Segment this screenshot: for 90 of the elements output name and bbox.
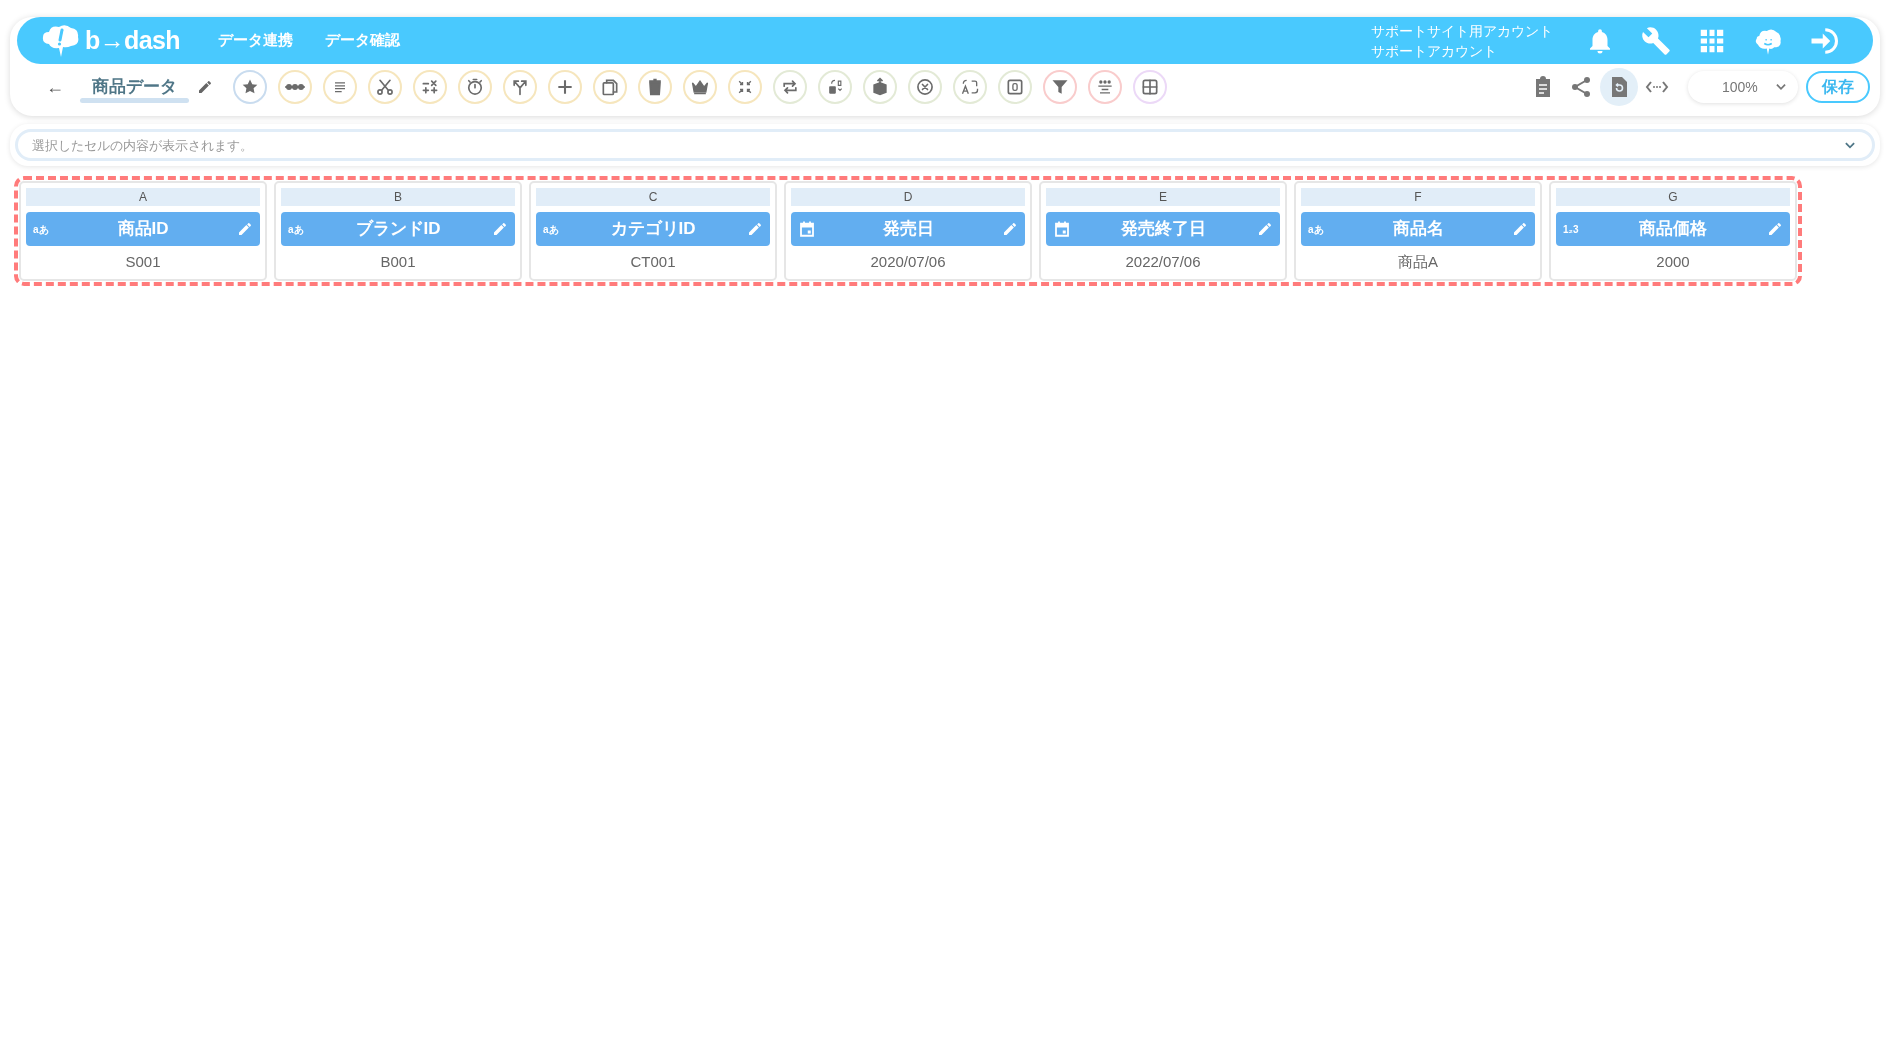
column-letter: B xyxy=(281,188,515,206)
account-name: サポートサイト用アカウント xyxy=(1371,21,1553,41)
tool-button[interactable] xyxy=(773,70,807,104)
tool-button[interactable] xyxy=(728,70,762,104)
column-letter: G xyxy=(1556,188,1790,206)
pencil-icon[interactable] xyxy=(1257,221,1273,237)
column-letter: C xyxy=(536,188,770,206)
pencil-icon[interactable] xyxy=(1002,221,1018,237)
column-letter: E xyxy=(1046,188,1280,206)
math-icon xyxy=(420,77,440,97)
plus-icon xyxy=(555,77,575,97)
cell-value[interactable]: 2020/07/06 xyxy=(870,251,946,274)
column-header[interactable]: 発売日 xyxy=(791,212,1025,246)
column-header[interactable]: aあ 商品ID xyxy=(26,212,260,246)
column-name: カテゴリID xyxy=(609,218,697,241)
tool-button[interactable] xyxy=(998,70,1032,104)
sheet-title: 商品データ xyxy=(91,76,178,99)
repeat-icon xyxy=(780,77,800,97)
column-letter: F xyxy=(1301,188,1535,206)
stopwatch-icon xyxy=(465,77,485,97)
tool-button[interactable] xyxy=(1088,70,1122,104)
branch-arrows-icon xyxy=(510,77,530,97)
type-label: aあ xyxy=(1308,222,1324,237)
tool-button[interactable] xyxy=(548,70,582,104)
cell-value[interactable]: 2022/07/06 xyxy=(1125,251,1201,274)
cell-value[interactable]: B001 xyxy=(380,251,416,274)
filter-icon xyxy=(1050,77,1070,97)
column-letter: D xyxy=(791,188,1025,206)
cell-value[interactable]: 2000 xyxy=(1656,251,1690,274)
tool-button[interactable] xyxy=(413,70,447,104)
pencil-icon[interactable] xyxy=(237,221,253,237)
column-header[interactable]: 1₂3 商品価格 xyxy=(1556,212,1790,246)
copy-icon xyxy=(600,77,620,97)
column-name: 商品名 xyxy=(1391,218,1445,241)
cell-value[interactable]: 商品A xyxy=(1398,251,1438,274)
cell-value[interactable]: CT001 xyxy=(630,251,676,274)
pencil-icon[interactable] xyxy=(747,221,763,237)
zero-box-icon xyxy=(1005,77,1025,97)
tool-button[interactable] xyxy=(278,70,312,104)
tool-button[interactable] xyxy=(593,70,627,104)
tool-button[interactable] xyxy=(1133,70,1167,104)
account-name: サポートアカウント xyxy=(1371,41,1498,61)
scissors-icon xyxy=(375,77,395,97)
back-button[interactable]: ← xyxy=(46,73,66,101)
tool-button[interactable] xyxy=(818,70,852,104)
table-grid-icon xyxy=(1140,77,1160,97)
tool-button[interactable] xyxy=(458,70,492,104)
type-label: 1₂3 xyxy=(1563,222,1579,237)
type-label: aあ xyxy=(288,222,304,237)
cell-value[interactable]: S001 xyxy=(125,251,161,274)
restore-file-button[interactable] xyxy=(1600,68,1638,106)
save-button[interactable]: 保存 xyxy=(1806,71,1870,103)
tool-button[interactable] xyxy=(368,70,402,104)
cell-content-field[interactable]: 選択したセルの内容が表示されます。 xyxy=(15,129,1875,161)
box-upload-icon xyxy=(870,77,890,97)
pencil-icon[interactable] xyxy=(197,79,213,95)
tool-button[interactable] xyxy=(323,70,357,104)
column-name: 商品ID xyxy=(116,218,170,241)
pencil-icon[interactable] xyxy=(1767,221,1783,237)
tool-button[interactable] xyxy=(863,70,897,104)
column-header[interactable]: 発売終了日 xyxy=(1046,212,1280,246)
pencil-icon[interactable] xyxy=(492,221,508,237)
column-name: 発売日 xyxy=(881,218,935,241)
dots-icon xyxy=(285,84,305,90)
column-header[interactable]: aあ ブランドID xyxy=(281,212,515,246)
cloud-logo-icon xyxy=(41,23,81,58)
calendar-icon xyxy=(798,220,816,238)
tool-button[interactable] xyxy=(638,70,672,104)
tool-button[interactable] xyxy=(233,70,267,104)
calendar-icon xyxy=(1053,220,1071,238)
cancel-circle-icon xyxy=(915,77,935,97)
logo-text: b→dash xyxy=(85,24,180,56)
type-label: aあ xyxy=(33,222,49,237)
zoom-select[interactable]: 100% xyxy=(1688,71,1798,103)
tool-button[interactable] xyxy=(953,70,987,104)
column-letter: A xyxy=(26,188,260,206)
tool-button[interactable] xyxy=(503,70,537,104)
nav-link[interactable]: データ確認 xyxy=(324,29,400,52)
tool-button[interactable] xyxy=(1043,70,1077,104)
column-header[interactable]: aあ 商品名 xyxy=(1301,212,1535,246)
column-name: ブランドID xyxy=(354,218,442,241)
pencil-icon[interactable] xyxy=(1512,221,1528,237)
type-label: aあ xyxy=(543,222,559,237)
share-icon xyxy=(1569,75,1593,99)
tool-button[interactable] xyxy=(683,70,717,104)
column-name: 商品価格 xyxy=(1638,218,1708,241)
column-header[interactable]: aあ カテゴリID xyxy=(536,212,770,246)
nav-link[interactable]: データ連携 xyxy=(217,29,293,52)
tool-button[interactable] xyxy=(908,70,942,104)
column-name: 発売終了日 xyxy=(1119,218,1207,241)
